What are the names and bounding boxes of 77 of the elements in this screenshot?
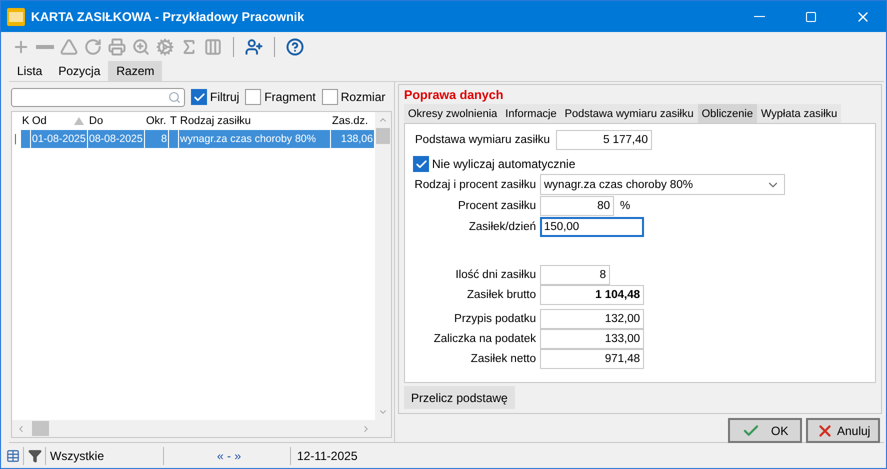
column-header[interactable]: Od bbox=[31, 115, 88, 127]
view-tab[interactable]: Razem bbox=[108, 61, 162, 81]
view-tab[interactable]: Pozycja bbox=[50, 61, 108, 81]
column-header[interactable]: K bbox=[21, 115, 31, 127]
add-user-icon bbox=[245, 38, 263, 56]
amount-field[interactable]: 132,00 bbox=[540, 309, 644, 329]
window-title: KARTA ZASIŁKOWA - Przykładowy Pracownik bbox=[31, 10, 306, 24]
scrollbar-thumb[interactable] bbox=[32, 421, 49, 436]
table-cell: wynagr.za czas choroby 80% bbox=[179, 130, 331, 148]
scrollbar-thumb[interactable] bbox=[376, 128, 390, 144]
checkbox[interactable] bbox=[322, 89, 338, 105]
field-label: Zasiłek netto bbox=[470, 353, 536, 365]
maximize-icon bbox=[805, 10, 817, 22]
help-button[interactable] bbox=[285, 36, 305, 58]
field-label: Zasiłek brutto bbox=[466, 289, 536, 301]
field-label: Ilość dni zasiłku bbox=[454, 269, 536, 281]
checkbox-label: Rozmiar bbox=[340, 90, 386, 104]
columns-icon bbox=[204, 38, 222, 56]
field-label: Podstawa wymiaru zasiłku bbox=[415, 134, 550, 146]
unit-label: % bbox=[619, 200, 630, 212]
navigation-link[interactable]: « - » bbox=[216, 448, 241, 462]
amount-field[interactable]: 133,00 bbox=[540, 329, 644, 349]
sort-arrow-icon bbox=[74, 117, 84, 125]
recalculate-button[interactable]: Przelicz podstawę bbox=[404, 386, 515, 409]
app-logo-icon bbox=[7, 8, 25, 26]
panel-tab[interactable]: Informacje bbox=[501, 104, 561, 123]
panel-tab[interactable]: Obliczenie bbox=[698, 104, 757, 123]
field-label: Rodzaj i procent zasiłku bbox=[414, 178, 536, 190]
column-header[interactable]: Okr. bbox=[145, 115, 169, 127]
field-label: Zasiłek/dzień bbox=[468, 221, 536, 233]
filter-status: Wszystkie bbox=[50, 448, 104, 462]
column-header[interactable]: Zas.dz. bbox=[331, 115, 375, 127]
row-indicator: | bbox=[13, 133, 18, 145]
panel-tab[interactable]: Okresy zwolnienia bbox=[404, 104, 502, 123]
checkbox-label: Nie wyliczaj automatycznie bbox=[432, 157, 576, 171]
table-cell bbox=[169, 130, 179, 148]
view-tab[interactable]: Lista bbox=[9, 61, 50, 81]
checkbox[interactable] bbox=[191, 89, 207, 105]
column-header[interactable]: T bbox=[169, 115, 179, 127]
base-amount-field[interactable]: 5 177,40 bbox=[556, 130, 652, 150]
table-cell: 8 bbox=[145, 130, 169, 148]
minus-icon bbox=[36, 44, 54, 48]
gears-icon bbox=[156, 38, 174, 56]
minimize-icon bbox=[754, 16, 764, 17]
refresh-icon bbox=[84, 38, 102, 56]
column-header[interactable]: Rodzaj zasiłku bbox=[179, 115, 331, 127]
table-cell: 138,06 bbox=[331, 130, 375, 148]
triangle-icon bbox=[60, 38, 78, 56]
panel-title: Poprawa danych bbox=[404, 88, 504, 104]
field-label: Zaliczka na podatek bbox=[432, 333, 536, 345]
search-field[interactable] bbox=[11, 88, 185, 106]
checkbox[interactable] bbox=[245, 89, 262, 105]
vertical-scrollbar[interactable] bbox=[375, 112, 391, 420]
horizontal-scrollbar[interactable] bbox=[12, 420, 375, 437]
checkbox-label: Filtruj bbox=[210, 90, 240, 104]
panel-tab[interactable]: Wypłata zasiłku bbox=[756, 104, 842, 123]
help-icon bbox=[286, 38, 304, 56]
field-label: Procent zasiłku bbox=[457, 200, 536, 212]
status-date: 12-11-2025 bbox=[297, 448, 358, 462]
days-field[interactable]: 8 bbox=[540, 265, 610, 285]
benefit-type-dropdown[interactable]: wynagr.za czas choroby 80% bbox=[540, 174, 785, 195]
column-header[interactable]: Do bbox=[88, 115, 145, 127]
ok-button[interactable]: OK bbox=[728, 418, 802, 443]
printer-icon bbox=[108, 38, 126, 56]
field-label: Przypis podatku bbox=[453, 313, 536, 325]
percent-field[interactable]: 80 bbox=[540, 196, 614, 216]
amount-field[interactable]: 971,48 bbox=[540, 349, 644, 369]
panel-tab[interactable]: Podstawa wymiaru zasiłku bbox=[560, 104, 698, 123]
search-icon bbox=[168, 90, 181, 104]
daily-amount-input[interactable]: 150,00 bbox=[540, 217, 644, 237]
checkbox[interactable] bbox=[413, 156, 429, 172]
cancel-button[interactable]: Anuluj bbox=[806, 418, 880, 443]
amount-field[interactable]: 1 104,48 bbox=[540, 285, 644, 305]
checkbox-label: Fragment bbox=[264, 90, 316, 104]
zoom-icon bbox=[132, 38, 150, 56]
table-cell: 08-08-2025 bbox=[88, 130, 145, 148]
table-cell: 01-08-2025 bbox=[31, 130, 88, 148]
